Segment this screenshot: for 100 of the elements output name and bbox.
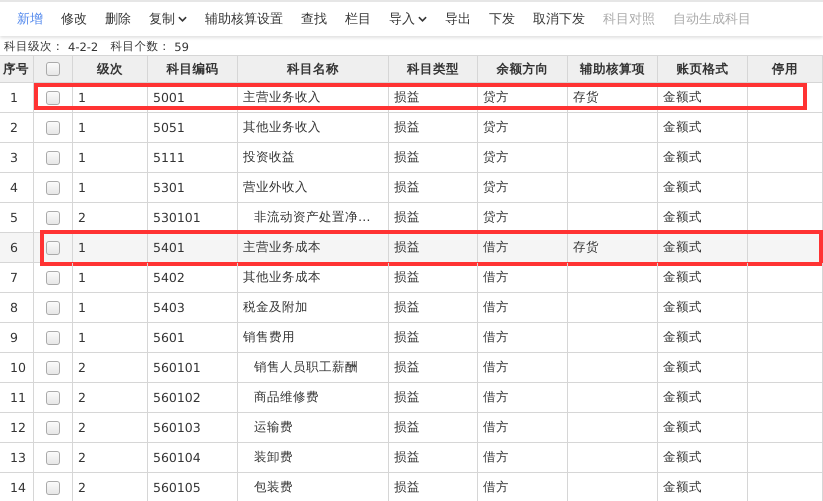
checkbox[interactable] [46, 180, 60, 194]
table-cell: 损益 [389, 263, 478, 292]
checkbox[interactable] [46, 360, 60, 374]
table-cell: 金额式 [658, 113, 748, 142]
table-cell: 贷方 [478, 173, 568, 202]
table-row[interactable]: 1 1 5001 主营业务收入 损益 贷方 存货 金额式 [0, 83, 823, 113]
table-cell: 销售人员职工薪酬 [238, 353, 389, 382]
checkbox[interactable] [46, 240, 60, 254]
toolbar-button[interactable]: 复制 [140, 6, 196, 32]
table-cell: 2 [0, 113, 34, 142]
table-cell: 运输费 [238, 413, 389, 442]
table-cell: 560104 [148, 443, 238, 472]
table-cell: 1 [73, 323, 148, 352]
table-row[interactable]: 13 2 560104 装卸费 损益 借方 金额式 [0, 443, 823, 473]
checkbox[interactable] [46, 150, 60, 164]
table-cell: 金额式 [658, 473, 748, 501]
table-row[interactable]: 14 2 560105 包装费 损益 借方 金额式 [0, 473, 823, 501]
table-row[interactable]: 5 2 530101 非流动资产处置净… 损益 贷方 金额式 [0, 203, 823, 233]
table-cell: 14 [0, 473, 34, 501]
checkbox[interactable] [46, 210, 60, 224]
table-row[interactable]: 12 2 560103 运输费 损益 借方 金额式 [0, 413, 823, 443]
table-cell: 金额式 [658, 293, 748, 322]
checkbox[interactable] [46, 270, 60, 284]
table-row[interactable]: 11 2 560102 商品维修费 损益 借方 金额式 [0, 383, 823, 413]
checkbox[interactable] [46, 300, 60, 314]
table-cell: 5051 [148, 113, 238, 142]
table-row[interactable]: 6 1 5401 主营业务成本 损益 借方 存货 金额式 [0, 233, 823, 263]
table-cell: 其他业务收入 [238, 113, 389, 142]
table-cell: 5403 [148, 293, 238, 322]
table-cell: 3 [0, 143, 34, 172]
toolbar-button[interactable]: 导出 [436, 6, 480, 32]
table-cell: 主营业务收入 [238, 83, 389, 112]
table-cell: 损益 [389, 143, 478, 172]
table-cell: 8 [0, 293, 34, 322]
table-row[interactable]: 7 1 5402 其他业务成本 损益 借方 金额式 [0, 263, 823, 293]
toolbar-button[interactable]: 新增 [8, 6, 52, 32]
table-cell: 装卸费 [238, 443, 389, 472]
table-cell: 损益 [389, 293, 478, 322]
checkbox[interactable] [46, 62, 60, 76]
table-row[interactable]: 2 1 5051 其他业务收入 损益 贷方 金额式 [0, 113, 823, 143]
toolbar-button[interactable]: 查找 [292, 6, 336, 32]
table-cell: 金额式 [658, 203, 748, 232]
column-header: 余额方向 [478, 56, 568, 82]
table-cell: 2 [73, 473, 148, 501]
table-cell: 5 [0, 203, 34, 232]
toolbar-button[interactable]: 辅助核算设置 [196, 6, 292, 32]
checkbox[interactable] [46, 420, 60, 434]
info-label: 科目个数： [110, 39, 170, 54]
toolbar-button[interactable]: 栏目 [336, 6, 380, 32]
table-row[interactable]: 4 1 5301 营业外收入 损益 贷方 金额式 [0, 173, 823, 203]
table-cell: 2 [73, 353, 148, 382]
toolbar-button[interactable]: 修改 [52, 6, 96, 32]
table-cell: 金额式 [658, 233, 748, 262]
table-cell: 损益 [389, 83, 478, 112]
table-row[interactable]: 10 2 560101 销售人员职工薪酬 损益 借方 金额式 [0, 353, 823, 383]
table-cell: 金额式 [658, 443, 748, 472]
column-header: 账页格式 [658, 56, 748, 82]
table-cell: 金额式 [658, 263, 748, 292]
info-value: 4-2-2 [68, 40, 98, 54]
table-row[interactable]: 9 1 5601 销售费用 损益 借方 金额式 [0, 323, 823, 353]
table-cell: 9 [0, 323, 34, 352]
table-cell: 11 [0, 383, 34, 412]
toolbar-button[interactable]: 删除 [96, 6, 140, 32]
table-cell: 贷方 [478, 83, 568, 112]
table-cell: 2 [73, 203, 148, 232]
table-cell: 12 [0, 413, 34, 442]
toolbar-button[interactable]: 下发 [480, 6, 524, 32]
table-cell: 损益 [389, 413, 478, 442]
column-header: 停用 [748, 56, 823, 82]
table-cell: 借方 [478, 413, 568, 442]
table-cell: 税金及附加 [238, 293, 389, 322]
checkbox[interactable] [46, 120, 60, 134]
table-row[interactable]: 8 1 5403 税金及附加 损益 借方 金额式 [0, 293, 823, 323]
table-cell: 2 [73, 443, 148, 472]
table-cell: 借方 [478, 473, 568, 501]
table-cell: 金额式 [658, 353, 748, 382]
caret-icon [418, 16, 427, 22]
table-row[interactable]: 3 1 5111 投资收益 损益 贷方 金额式 [0, 143, 823, 173]
table-cell: 贷方 [478, 143, 568, 172]
column-header: 科目名称 [238, 56, 389, 82]
checkbox[interactable] [46, 390, 60, 404]
table-cell: 5001 [148, 83, 238, 112]
toolbar-button[interactable]: 取消下发 [524, 6, 594, 32]
toolbar-button[interactable]: 导入 [380, 6, 436, 32]
checkbox[interactable] [46, 330, 60, 344]
table-cell: 1 [73, 173, 148, 202]
table-cell: 贷方 [478, 113, 568, 142]
table-cell: 金额式 [658, 323, 748, 352]
checkbox[interactable] [46, 450, 60, 464]
checkbox[interactable] [46, 480, 60, 494]
table-cell: 销售费用 [238, 323, 389, 352]
table-cell: 借方 [478, 293, 568, 322]
table-cell: 损益 [389, 203, 478, 232]
table-cell: 营业外收入 [238, 173, 389, 202]
table-cell: 4 [0, 173, 34, 202]
table-cell: 2 [73, 413, 148, 442]
info-label: 科目级次： [4, 39, 64, 54]
checkbox[interactable] [46, 90, 60, 104]
column-header: 序号 [0, 56, 34, 82]
table-cell: 1 [73, 113, 148, 142]
